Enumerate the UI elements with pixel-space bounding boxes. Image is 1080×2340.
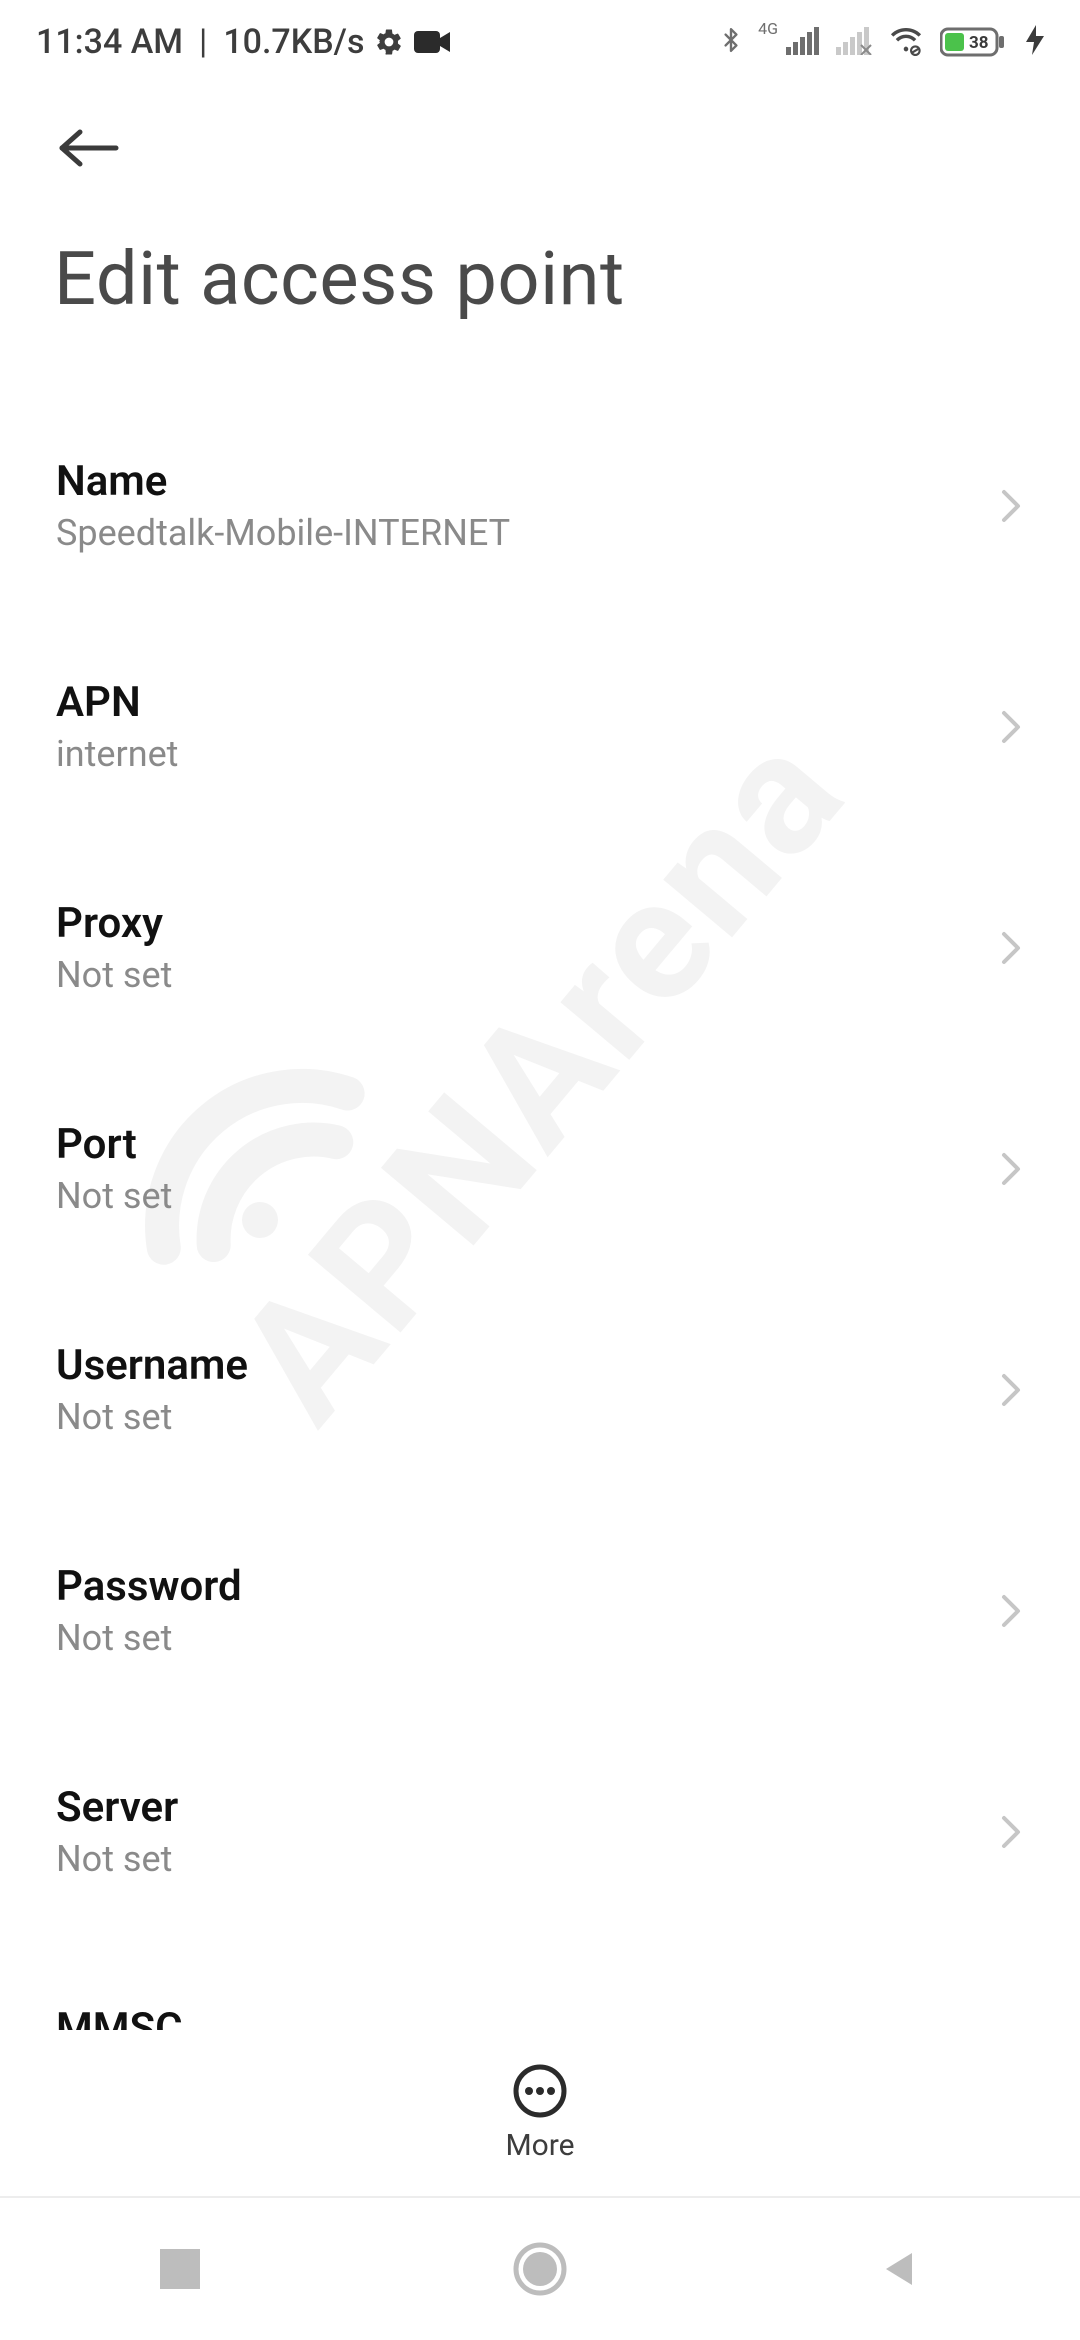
- row-value: internet: [56, 733, 974, 775]
- battery-pct: 38: [969, 33, 989, 53]
- chevron-right-icon: [998, 707, 1024, 747]
- row-title: Password: [56, 1562, 974, 1611]
- chevron-right-icon: [998, 1812, 1024, 1852]
- settings-list: Name Speedtalk-Mobile-INTERNET APN inter…: [0, 423, 1080, 2030]
- row-value: Not set: [56, 1617, 974, 1659]
- square-icon: [160, 2249, 200, 2289]
- nav-recent-button[interactable]: [140, 2229, 220, 2309]
- status-separator: |: [199, 22, 207, 62]
- circle-icon: [512, 2241, 568, 2297]
- row-port[interactable]: Port Not set: [0, 1086, 1080, 1251]
- battery-icon: 38: [940, 25, 1012, 59]
- row-title: Proxy: [56, 899, 974, 948]
- nav-home-button[interactable]: [500, 2229, 580, 2309]
- more-label: More: [505, 2128, 574, 2163]
- row-value: Not set: [56, 1175, 974, 1217]
- row-title: APN: [56, 678, 974, 727]
- chevron-right-icon: [998, 1591, 1024, 1631]
- signal-sim1-icon: [786, 25, 822, 59]
- status-bar: 11:34 AM | 10.7KB/s 4G: [0, 0, 1080, 84]
- chevron-right-icon: [998, 928, 1024, 968]
- wifi-icon: [886, 24, 926, 60]
- row-proxy[interactable]: Proxy Not set: [0, 865, 1080, 1030]
- row-title: Name: [56, 457, 974, 506]
- gear-icon: [374, 27, 404, 57]
- signal-sim2-icon: [836, 25, 872, 59]
- more-button[interactable]: More: [505, 2064, 574, 2163]
- back-button[interactable]: [54, 126, 1026, 174]
- signal-type-label: 4G: [758, 19, 778, 38]
- nav-back-button[interactable]: [860, 2229, 940, 2309]
- row-value: Speedtalk-Mobile-INTERNET: [56, 512, 974, 554]
- chevron-right-icon: [998, 1370, 1024, 1410]
- row-title: Port: [56, 1120, 974, 1169]
- system-nav-bar: [0, 2196, 1080, 2340]
- status-left: 11:34 AM | 10.7KB/s: [36, 22, 450, 62]
- status-net-speed: 10.7KB/s: [223, 22, 364, 62]
- triangle-left-icon: [878, 2247, 922, 2291]
- row-title: MMSC: [56, 2004, 974, 2030]
- header: Edit access point: [0, 84, 1080, 323]
- row-username[interactable]: Username Not set: [0, 1307, 1080, 1472]
- row-title: Server: [56, 1783, 974, 1832]
- status-time: 11:34 AM: [36, 22, 183, 62]
- bluetooth-icon: [718, 22, 744, 62]
- chevron-right-icon: [998, 486, 1024, 526]
- charging-icon: [1026, 25, 1044, 59]
- row-password[interactable]: Password Not set: [0, 1528, 1080, 1693]
- video-icon: [414, 29, 450, 55]
- status-right: 4G 38: [718, 22, 1044, 62]
- row-title: Username: [56, 1341, 974, 1390]
- bottom-action-bar: More: [0, 2030, 1080, 2196]
- row-apn[interactable]: APN internet: [0, 644, 1080, 809]
- row-value: Not set: [56, 1838, 974, 1880]
- chevron-right-icon: [998, 1149, 1024, 1189]
- row-value: Not set: [56, 954, 974, 996]
- row-mmsc[interactable]: MMSC Not set: [0, 1970, 1080, 2030]
- row-server[interactable]: Server Not set: [0, 1749, 1080, 1914]
- row-name[interactable]: Name Speedtalk-Mobile-INTERNET: [0, 423, 1080, 588]
- row-value: Not set: [56, 1396, 974, 1438]
- page-title: Edit access point: [54, 236, 1026, 323]
